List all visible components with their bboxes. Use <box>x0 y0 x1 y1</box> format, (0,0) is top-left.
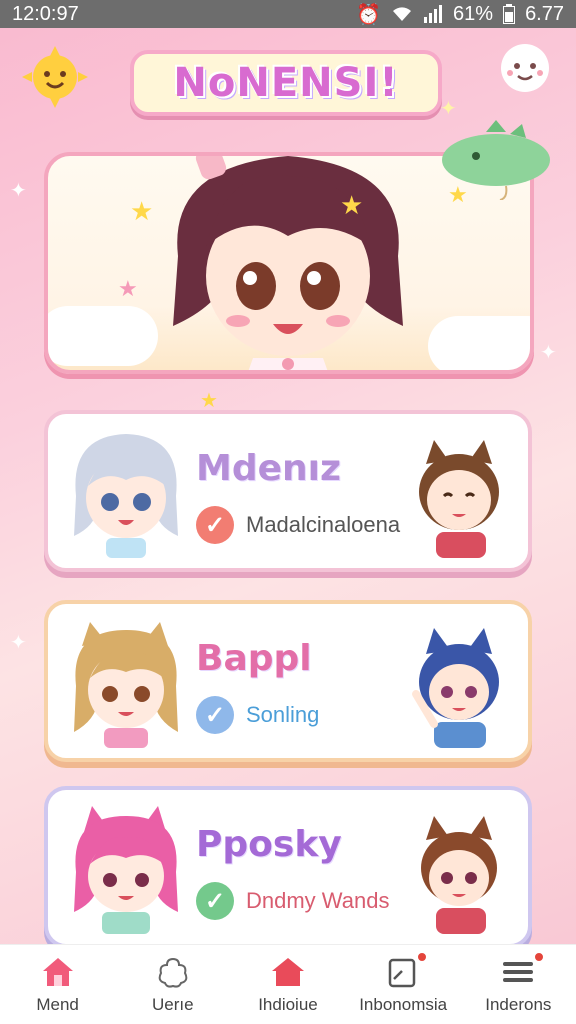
cloud-decoration <box>428 316 530 370</box>
character-avatar-right <box>412 628 499 748</box>
card-status: ✓ Madalcinaloena <box>196 506 400 544</box>
star-icon: ★ <box>130 196 154 226</box>
card-title: Mdenız <box>196 448 341 489</box>
star-icon: ★ <box>118 276 138 301</box>
status-time: 12:0:97 <box>12 2 79 25</box>
status-bar: 12:0:97 ⏰ 61% 6.77 <box>0 0 576 28</box>
card-status-text: Madalcinaloena <box>246 512 401 537</box>
hero-character-illustration: ★ <box>173 156 403 370</box>
nav-label: Inderons <box>485 994 552 1014</box>
cloud-decoration <box>48 306 158 366</box>
sparkle-icon: ✦ <box>540 342 557 364</box>
check-icon[interactable]: ✓ <box>196 882 234 920</box>
nav-label: Ihdioiue <box>258 994 318 1014</box>
battery-icon <box>503 4 516 24</box>
character-avatar-left <box>74 434 178 558</box>
notification-badge <box>533 950 546 963</box>
dragon-balloon-illustration <box>442 120 550 200</box>
svg-text:★: ★ <box>340 190 363 220</box>
character-avatar-right <box>421 816 497 934</box>
flower-icon <box>158 957 188 988</box>
status-icons: ⏰ 61% 6.77 <box>356 2 564 27</box>
nav-item-inbonomsia[interactable]: Inbonomsia <box>348 950 458 1015</box>
character-card[interactable]: Mdenız ✓ Madalcinaloena <box>44 410 532 572</box>
nav-item-uerie[interactable]: Uerıe <box>118 955 228 1015</box>
card-status-text: Dndmy Wands <box>246 888 390 913</box>
battery-percent: 61% <box>453 2 494 25</box>
card-status: ✓ Dndmy Wands <box>196 882 389 920</box>
nav-item-mend[interactable]: Mend <box>3 955 113 1015</box>
app-title: NoNENSI! <box>130 50 442 116</box>
sun-icon <box>22 46 88 108</box>
nav-label: Mend <box>36 994 79 1014</box>
character-card[interactable]: Pposky ✓ Dndmy Wands <box>44 786 532 948</box>
card-status: ✓ Sonling <box>196 696 319 734</box>
character-card[interactable]: Bappl ✓ Sonling <box>44 600 532 762</box>
bottom-nav: Mend Uerıe Ihdioiue Inbonomsia Inderons <box>0 944 576 1024</box>
card-title: Bappl <box>196 638 312 679</box>
nav-item-ihdioiue[interactable]: Ihdioiue <box>233 955 343 1015</box>
nav-label: Inbonomsia <box>359 994 448 1014</box>
menu-icon <box>503 961 534 982</box>
card-status-text: Sonling <box>246 702 320 727</box>
wifi-icon <box>393 7 412 22</box>
check-icon[interactable]: ✓ <box>196 696 234 734</box>
home-icon <box>42 957 73 986</box>
house-icon <box>271 957 304 986</box>
sparkle-icon: ✦ <box>10 180 27 202</box>
status-value: 6.77 <box>525 2 564 25</box>
nav-label: Uerıe <box>151 994 194 1014</box>
nav-item-inderons[interactable]: Inderons <box>463 950 573 1015</box>
character-avatar-left <box>74 806 178 934</box>
notification-badge <box>416 950 429 963</box>
check-icon[interactable]: ✓ <box>196 506 234 544</box>
alarm-icon: ⏰ <box>356 3 382 26</box>
signal-icon <box>424 5 443 23</box>
sparkle-icon: ✦ <box>10 632 27 654</box>
character-avatar-left <box>74 622 178 748</box>
cloud-face-icon <box>501 44 549 92</box>
card-title: Pposky <box>196 824 342 865</box>
star-icon: ✦ <box>440 98 457 120</box>
character-avatar-right <box>419 440 499 558</box>
